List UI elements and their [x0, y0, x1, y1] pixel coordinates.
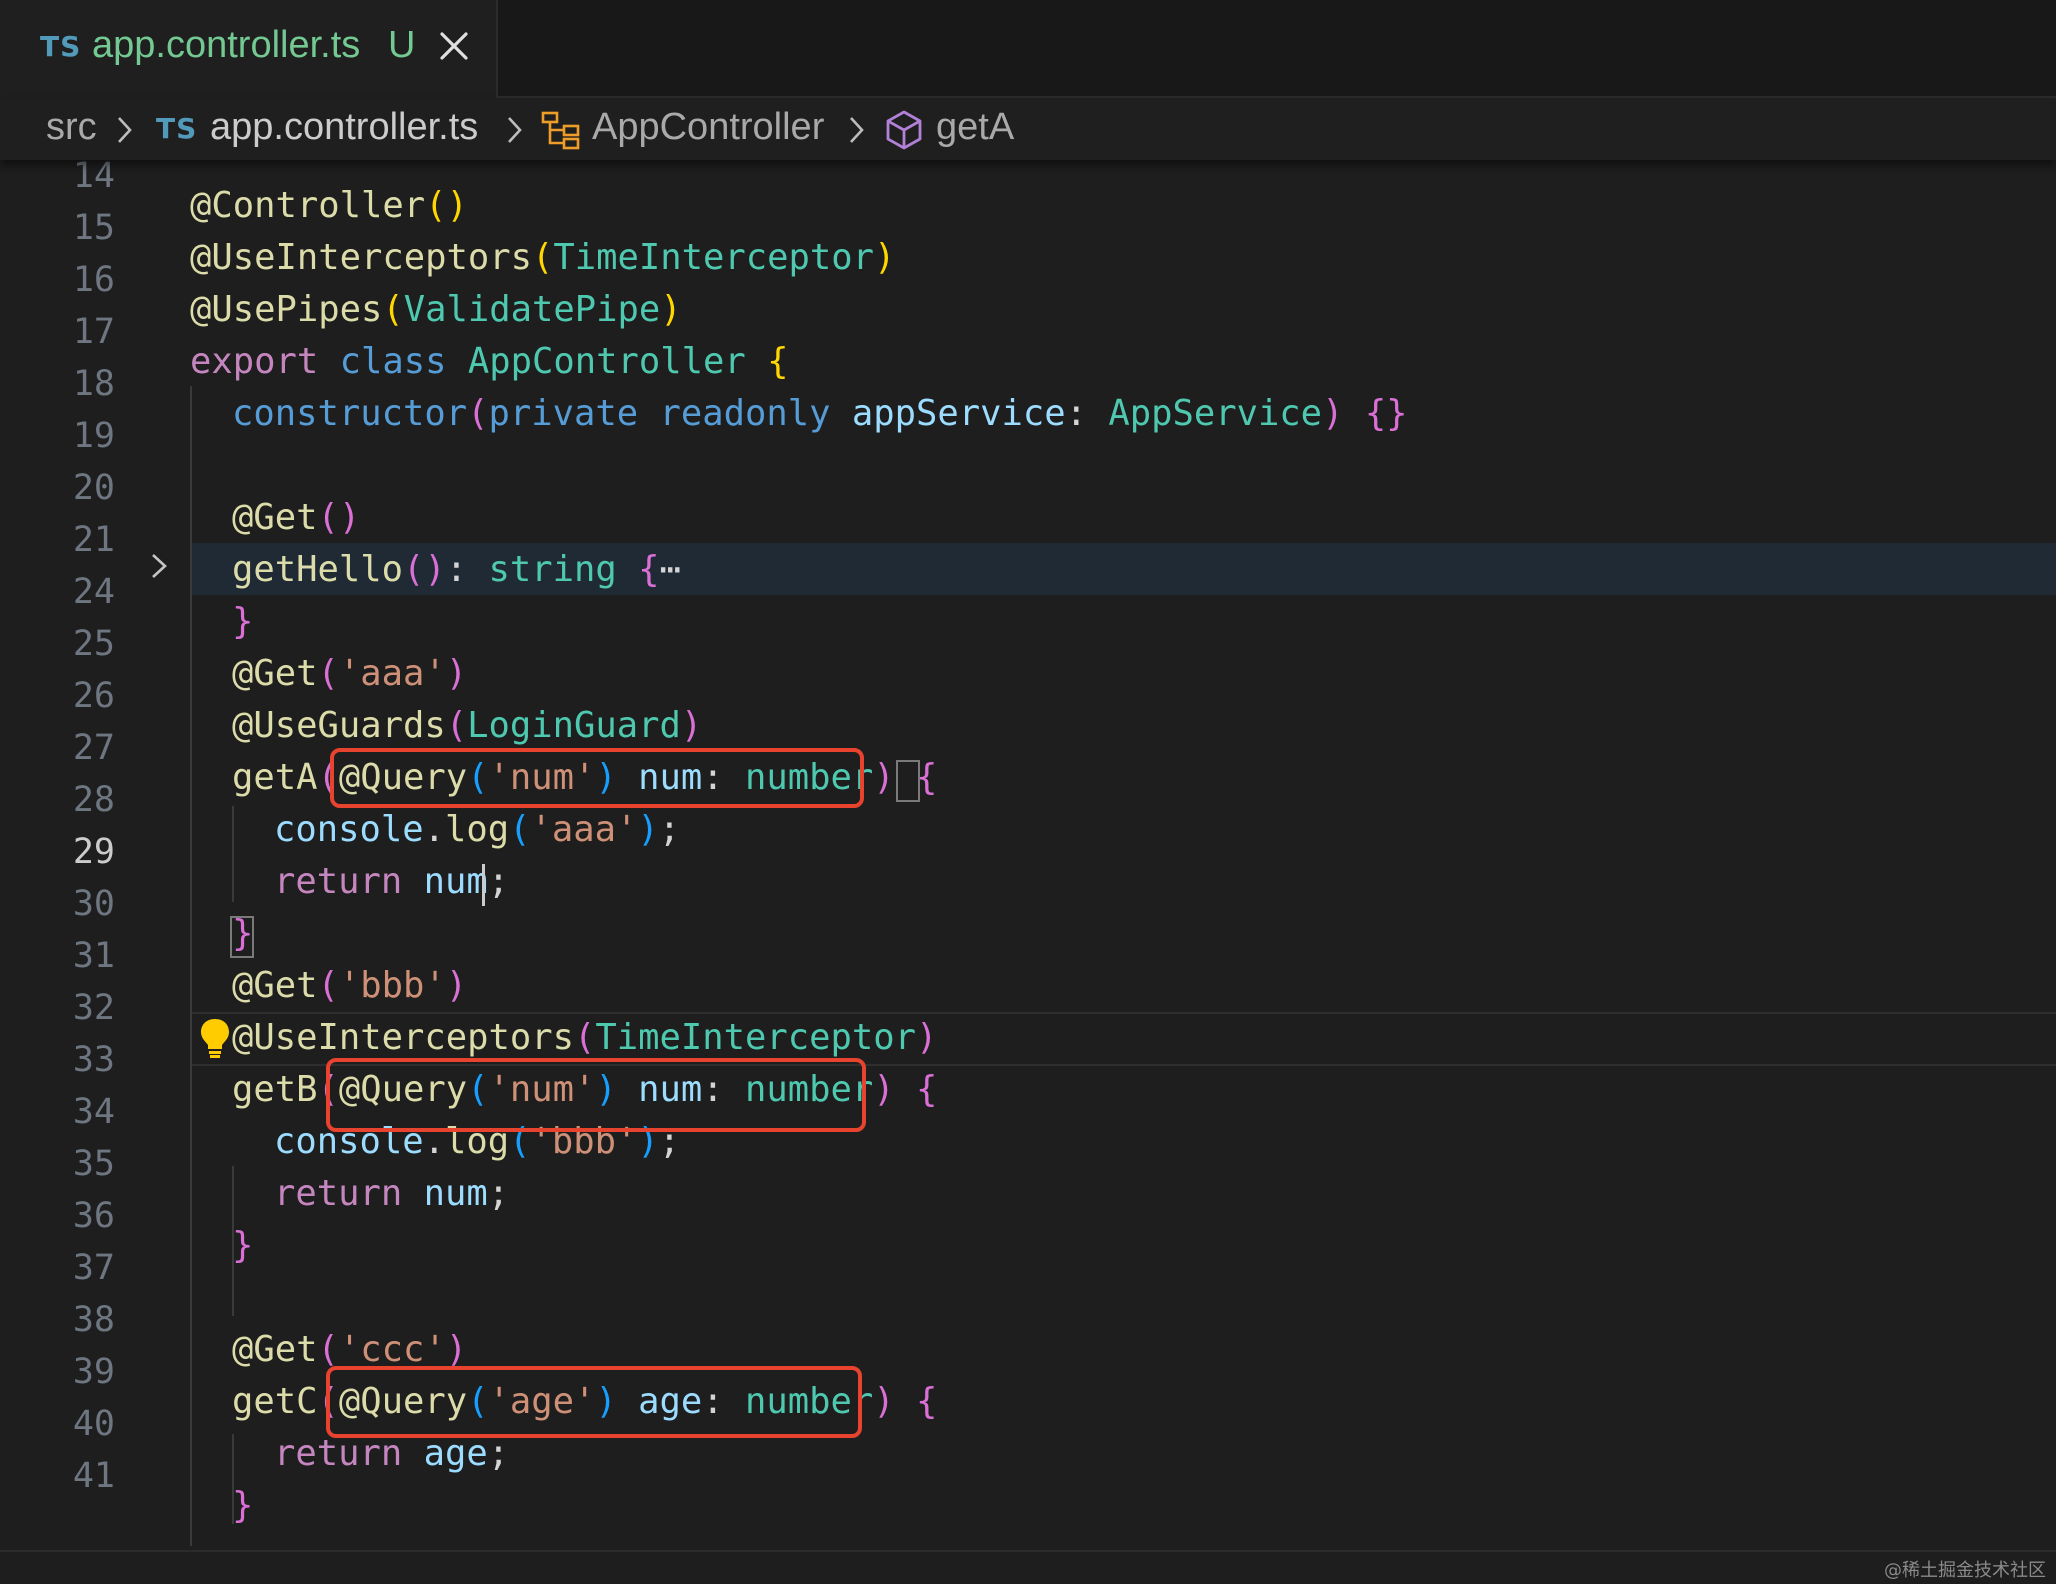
code-line-25: @Get('aaa')	[232, 653, 468, 694]
breadcrumb-folder[interactable]: src	[46, 106, 97, 149]
line-number: 19	[72, 416, 115, 456]
code-line-31: @Get('bbb')	[232, 965, 468, 1006]
line-number: 27	[72, 728, 115, 768]
breadcrumb-class[interactable]: AppController	[592, 106, 824, 149]
line-number: 37	[72, 1248, 115, 1288]
code-line-20: @Get()	[232, 497, 361, 538]
breadcrumb-method[interactable]: getA	[936, 106, 1014, 149]
code-line-17: export class AppController {	[190, 341, 789, 382]
bracket-match-close	[230, 916, 254, 958]
bottom-strip: @稀土掘金技术社区	[0, 1550, 2056, 1584]
chevron-right-icon	[850, 117, 864, 143]
line-number: 26	[72, 676, 115, 716]
close-icon[interactable]	[436, 28, 472, 64]
tab-title: app.controller.ts	[92, 24, 361, 66]
lightbulb-icon[interactable]	[198, 1016, 232, 1060]
typescript-icon: TS	[40, 30, 82, 63]
line-number: 31	[72, 936, 115, 976]
chevron-right-icon	[508, 117, 522, 143]
line-number-active: 29	[72, 832, 115, 872]
line-number: 21	[72, 520, 115, 560]
line-number: 35	[72, 1144, 115, 1184]
line-number: 15	[72, 208, 115, 248]
line-number: 30	[72, 884, 115, 924]
line-number: 16	[72, 260, 115, 300]
line-number: 34	[72, 1092, 115, 1132]
line-number: 33	[72, 1040, 115, 1080]
code-line-35: return num;	[274, 1173, 510, 1214]
code-line-15: @UseInterceptors(TimeInterceptor)	[190, 237, 896, 278]
breadcrumb-file[interactable]: app.controller.ts	[210, 106, 478, 149]
code-line-36: }	[232, 1225, 254, 1266]
code-line-32: @UseInterceptors(TimeInterceptor)	[232, 1017, 938, 1058]
code-line-16: @UsePipes(ValidatePipe)	[190, 289, 682, 330]
code-line-24: }	[232, 601, 254, 642]
code-line-29: return num;	[274, 861, 510, 902]
code-line-21: getHello(): string {⋯	[232, 549, 681, 590]
line-number: 40	[72, 1404, 115, 1444]
class-icon	[541, 111, 580, 150]
line-number: 18	[72, 364, 115, 404]
code-line-14: @Controller()	[190, 185, 468, 226]
tab-git-status: U	[388, 24, 416, 66]
tab-bar: TS app.controller.ts U	[0, 0, 2056, 98]
line-number: 41	[72, 1456, 115, 1496]
fold-chevron-icon[interactable]	[146, 552, 172, 580]
typescript-icon: TS	[156, 112, 198, 145]
line-number: 32	[72, 988, 115, 1028]
line-number: 28	[72, 780, 115, 820]
code-line-18: constructor(private readonly appService:…	[232, 393, 1408, 434]
indent-guide	[190, 386, 192, 1546]
line-number: 24	[72, 572, 115, 612]
highlight-box-getA-param	[330, 748, 864, 808]
method-cube-icon	[886, 110, 922, 150]
line-number: 38	[72, 1300, 115, 1340]
chevron-right-icon	[118, 117, 132, 143]
line-number: 36	[72, 1196, 115, 1236]
line-number: 25	[72, 624, 115, 664]
line-number: 39	[72, 1352, 115, 1392]
watermark: @稀土掘金技术社区	[1884, 1560, 2046, 1581]
code-line-28: console.log('aaa');	[274, 809, 681, 850]
breadcrumb: src TS app.controller.ts AppController g…	[0, 98, 2056, 160]
line-number: 14	[72, 160, 115, 196]
bracket-match-open	[896, 760, 920, 802]
code-line-26: @UseGuards(LoginGuard)	[232, 705, 703, 746]
code-line-41: }	[232, 1485, 254, 1526]
line-number: 17	[72, 312, 115, 352]
line-number: 20	[72, 468, 115, 508]
indent-guide	[232, 806, 234, 902]
tab-app-controller[interactable]: TS app.controller.ts U	[0, 0, 498, 98]
text-cursor	[482, 864, 485, 906]
code-editor[interactable]: 14 15 16 17 18 19 20 21 24 25 26 27 28 2…	[0, 160, 2056, 1550]
highlight-box-getB-param	[326, 1058, 866, 1132]
highlight-box-getC-param	[326, 1366, 862, 1438]
